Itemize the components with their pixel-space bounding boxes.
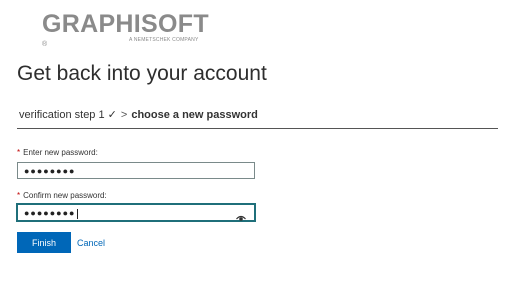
page-title: Get back into your account bbox=[17, 62, 267, 85]
step-verification-label: verification step 1 bbox=[19, 109, 105, 121]
finish-button[interactable]: Finish bbox=[17, 232, 71, 253]
confirm-password-masked: ●●●●●●●● bbox=[24, 208, 76, 218]
chevron-right-icon: > bbox=[120, 109, 128, 121]
required-marker: * bbox=[17, 148, 21, 157]
logo-tagline: A NEMETSCHEK COMPANY bbox=[129, 37, 199, 43]
step-verification: verification step 1 ✓ bbox=[19, 109, 117, 121]
breadcrumb: verification step 1 ✓ > choose a new passw… bbox=[17, 100, 498, 129]
new-password-label-text: Enter new password: bbox=[23, 148, 98, 157]
checkmark-icon: ✓ bbox=[107, 109, 117, 121]
new-password-value: ●●●●●●●● bbox=[24, 166, 76, 176]
logo-registered-mark: ® bbox=[42, 41, 48, 48]
confirm-password-value: ●●●●●●●● bbox=[24, 206, 78, 220]
confirm-password-label: * Confirm new password: bbox=[17, 191, 107, 200]
step-choose-password: choose a new password bbox=[131, 109, 258, 121]
graphisoft-logo: GRAPHISOFT ® A NEMETSCHEK COMPANY bbox=[42, 9, 212, 48]
confirm-password-field[interactable]: ●●●●●●●● bbox=[16, 203, 256, 222]
required-marker: * bbox=[17, 191, 21, 200]
confirm-password-label-text: Confirm new password: bbox=[23, 191, 107, 200]
new-password-label: * Enter new password: bbox=[17, 148, 98, 157]
text-caret bbox=[76, 208, 78, 219]
cancel-link[interactable]: Cancel bbox=[77, 238, 105, 248]
logo-wordmark: GRAPHISOFT bbox=[42, 10, 209, 38]
new-password-field[interactable]: ●●●●●●●● bbox=[17, 162, 255, 179]
eye-icon[interactable] bbox=[236, 209, 246, 221]
